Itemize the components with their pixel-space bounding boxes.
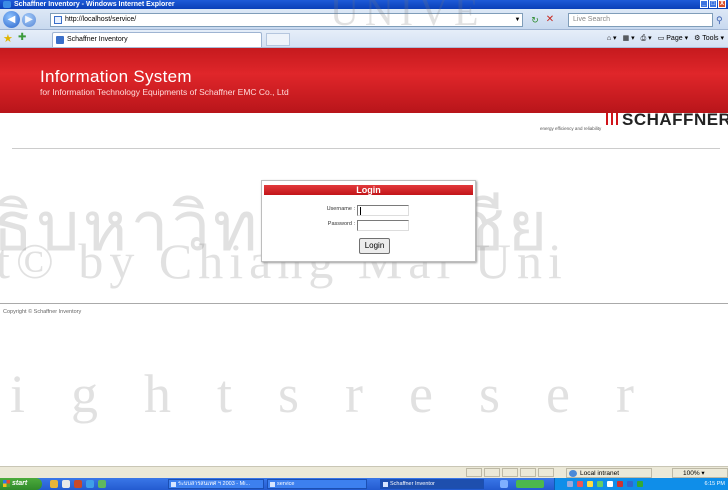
windows-taskbar: start ระบบสารสนเทศ ฯ 2003 - Mi... servic… [0,478,728,490]
command-bar: ⌂ ▾ ▦ ▾ ⎙ ▾ ▭ Page ▾ ⚙ Tools ▾ [607,33,724,45]
zoom-label: 100% [683,470,700,477]
security-zone[interactable]: Local intranet [566,468,652,478]
site-subtitle: for Information Technology Equipments of… [40,87,289,97]
search-placeholder: Live Search [573,16,610,23]
window-title: Schaffner Inventory - Windows Internet E… [14,1,175,8]
login-heading: Login [264,185,473,195]
tray-update-icon[interactable] [617,481,623,487]
quicklaunch-desktop-icon[interactable] [62,480,70,488]
schaffner-logo: SCHAFFNER energy efficiency and reliabil… [540,110,728,135]
username-input[interactable] [357,205,409,216]
login-button[interactable]: Login [359,238,390,254]
tab-label: Schaffner Inventory [67,36,128,43]
password-input[interactable] [357,220,409,231]
back-button[interactable]: ◀ [3,11,20,28]
header-divider [12,148,720,149]
ie-icon [3,1,11,8]
footer-divider [0,303,728,304]
copyright-text: Copyright © Schaffner Inventory [3,309,82,315]
tab-bar: ★ ✚ Schaffner Inventory ⌂ ▾ ▦ ▾ ⎙ ▾ ▭ Pa… [0,30,728,48]
tab-schaffner-inventory[interactable]: Schaffner Inventory [52,32,262,47]
minimize-button[interactable]: _ [700,0,708,8]
forward-button[interactable]: ▶ [22,13,36,27]
tray-antivirus-icon[interactable] [577,481,583,487]
taskbar-item-service[interactable]: service [267,479,367,489]
new-tab-button[interactable] [266,33,290,46]
window-controls: _ □ X [700,0,726,8]
refresh-icon[interactable]: ↻ [528,13,542,27]
login-panel: Login Username : Password : Login [261,180,476,262]
stop-icon[interactable]: ✕ [543,13,557,27]
taskbar-item-icon[interactable] [500,480,508,488]
close-button[interactable]: X [718,0,726,8]
maximize-button[interactable]: □ [709,0,717,8]
taskbar-item-schaffner[interactable]: Schaffner Inventor [380,479,484,489]
page-menu[interactable]: ▭ Page ▾ [658,33,688,45]
username-label: Username : [326,206,355,212]
system-tray: 6:15 PM [554,478,728,490]
url-input[interactable]: http://localhost/service/ [50,13,523,27]
site-title: Information System [40,67,192,86]
chevron-down-icon[interactable]: ▼ [513,14,522,26]
logo-bars-icon [606,113,618,125]
zoom-level[interactable]: 100% ▾ [672,468,728,478]
quicklaunch-ie-icon[interactable] [86,480,94,488]
windows-flag-icon [3,480,10,487]
search-icon[interactable]: ⚲ [716,13,727,27]
address-bar: ◀ ▶ http://localhost/service/ ▼ ↻ ✕ Live… [0,9,728,30]
window-titlebar: Schaffner Inventory - Windows Internet E… [0,0,728,9]
brand-tagline: energy efficiency and reliability [540,126,602,131]
tray-alert-icon[interactable] [587,481,593,487]
brand-name: SCHAFFNER [622,110,728,129]
quicklaunch-app-icon[interactable] [98,480,106,488]
search-input[interactable]: Live Search [568,13,713,27]
tray-messenger-icon[interactable] [627,481,633,487]
watermark-line3: ightsreser [10,364,680,424]
start-label: start [12,480,28,487]
tray-volume-icon[interactable] [607,481,613,487]
home-icon[interactable]: ⌂ ▾ [607,33,617,45]
print-icon[interactable]: ⎙ ▾ [641,33,652,45]
tray-app-icon[interactable] [597,481,603,487]
status-cells [466,468,554,477]
language-indicator[interactable] [516,480,544,488]
tray-network-icon[interactable] [567,481,573,487]
password-label: Password : [327,221,355,227]
globe-icon [569,470,577,477]
tray-security-icon[interactable] [637,481,643,487]
url-text: http://localhost/service/ [65,16,137,23]
status-bar: Local intranet 100% ▾ [0,466,728,478]
taskbar-item-word[interactable]: ระบบสารสนเทศ ฯ 2003 - Mi... [168,479,264,489]
zone-label: Local intranet [580,470,620,477]
tools-menu[interactable]: ⚙ Tools ▾ [694,33,724,45]
feeds-icon[interactable]: ▦ ▾ [623,33,635,45]
page-icon [54,16,62,24]
tab-page-icon [56,36,64,44]
quicklaunch-media-icon[interactable] [74,480,82,488]
add-favorites-icon[interactable]: ✚ [18,32,26,43]
clock[interactable]: 6:15 PM [705,478,725,490]
start-button[interactable]: start [0,478,42,490]
quicklaunch-folder-icon[interactable] [50,480,58,488]
favorites-star-icon[interactable]: ★ [3,32,13,45]
